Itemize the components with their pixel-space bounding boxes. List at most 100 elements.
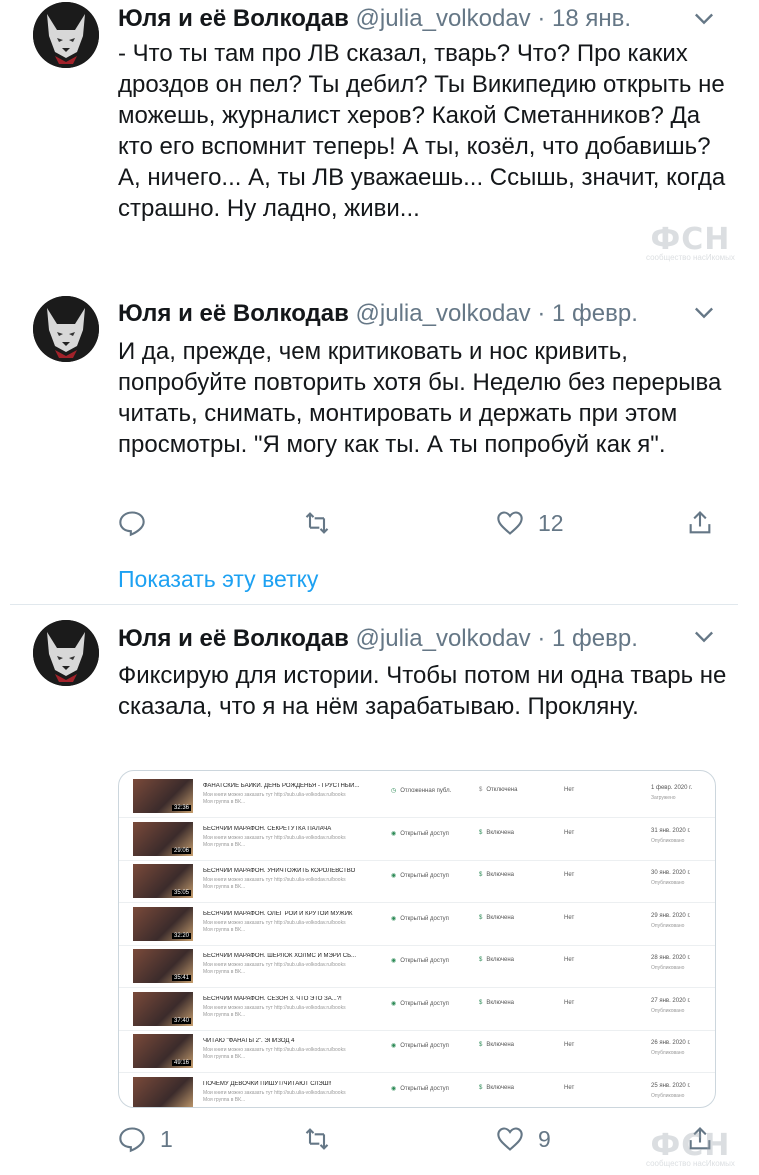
clock-icon: ◷ bbox=[391, 788, 397, 794]
author-handle[interactable]: @julia_volkodav bbox=[356, 625, 531, 652]
tweet-date[interactable]: 1 февр. bbox=[552, 625, 638, 652]
video-description: Мои книги можно заказать тут http://sub.… bbox=[203, 1004, 346, 1018]
eye-icon: ◉ bbox=[391, 873, 397, 879]
show-thread-link[interactable]: Показать эту ветку bbox=[118, 566, 318, 593]
reply-button[interactable]: 1 bbox=[118, 1122, 173, 1156]
reply-icon bbox=[119, 511, 145, 537]
video-monetization: $ Включена bbox=[479, 1085, 514, 1091]
video-visibility: ◉ Открытый доступ bbox=[391, 915, 449, 922]
video-visibility-label: Открытый доступ bbox=[400, 1000, 449, 1007]
video-description: Мои книги можно заказать тут http://sub.… bbox=[203, 1089, 346, 1103]
video-duration: 29:06 bbox=[171, 847, 191, 854]
tweet-2[interactable]: Юля и её Волкодав @julia_volkodav · 1 фе… bbox=[0, 296, 759, 606]
video-date: 27 янв. 2020 г. bbox=[651, 997, 691, 1004]
avatar[interactable] bbox=[33, 620, 99, 686]
retweet-icon bbox=[305, 1128, 329, 1150]
video-description: Мои книги можно заказать тут http://sub.… bbox=[203, 1047, 346, 1060]
video-description: Мои книги можно заказать тут http://sub.… bbox=[203, 877, 346, 890]
video-restrictions: Нет bbox=[564, 829, 575, 836]
video-status: Загружено bbox=[651, 795, 676, 801]
video-visibility: ◉ Открытый доступ bbox=[391, 1085, 449, 1092]
chevron-down-icon[interactable] bbox=[690, 622, 718, 650]
dollar-icon: $ bbox=[479, 872, 483, 878]
video-visibility-label: Открытый доступ bbox=[400, 1085, 449, 1092]
separator-dot: · bbox=[537, 300, 546, 327]
video-thumbnail: 49:16 bbox=[133, 1034, 193, 1068]
author-name[interactable]: Юля и её Волкодав bbox=[118, 300, 349, 327]
video-visibility-label: Открытый доступ bbox=[400, 915, 449, 922]
chevron-down-icon[interactable] bbox=[690, 4, 718, 32]
attached-image[interactable]: 32:36 ФАНАТСКИЕ БАЙКИ. ДЕНЬ РОЖДЕНЬЯ - ГР… bbox=[118, 770, 716, 1108]
eye-icon: ◉ bbox=[391, 915, 397, 922]
video-duration: 37:40 bbox=[171, 1017, 191, 1024]
video-date: 29 янв. 2020 г. bbox=[651, 912, 691, 919]
video-monetization-label: Отключена bbox=[486, 787, 518, 793]
video-status: Опубликовано bbox=[651, 965, 685, 971]
eye-icon: ◉ bbox=[391, 1085, 397, 1092]
video-monetization: $ Включена bbox=[479, 1000, 514, 1006]
video-title: БЕСЯЧИЙ МАРАФОН. ШЕРЛОК ХОЛМС И МЭРИ СЬ.… bbox=[203, 953, 357, 959]
video-restrictions: Нет bbox=[564, 1042, 575, 1048]
video-duration: 32:20 bbox=[171, 932, 191, 939]
author-name[interactable]: Юля и её Волкодав bbox=[118, 625, 349, 652]
video-title: БЕСЯЧИЙ МАРАФОН. СЕКРЕТУТКА ПАЛАЧА bbox=[203, 825, 332, 832]
tweet-text: Фиксирую для истории. Чтобы потом ни одн… bbox=[118, 662, 727, 720]
avatar[interactable] bbox=[33, 296, 99, 362]
retweet-button[interactable] bbox=[303, 1122, 331, 1156]
video-thumbnail: 32:20 bbox=[133, 906, 193, 941]
video-monetization: $ Включена bbox=[479, 872, 514, 878]
dollar-icon: $ bbox=[479, 957, 483, 963]
tweet-date[interactable]: 18 янв. bbox=[552, 5, 631, 32]
video-restrictions: Нет bbox=[564, 787, 575, 793]
wolf-avatar-image bbox=[33, 620, 99, 686]
video-duration: 35:41 bbox=[171, 975, 191, 981]
avatar[interactable] bbox=[33, 2, 99, 68]
dollar-icon: $ bbox=[479, 1042, 483, 1048]
video-restrictions: Нет bbox=[564, 999, 575, 1006]
video-visibility: ◉ Открытый доступ bbox=[391, 872, 449, 879]
video-thumbnail: 37:40 bbox=[133, 991, 193, 1026]
video-description: Мои книги можно заказать тут http://sub.… bbox=[203, 834, 346, 848]
retweet-icon bbox=[305, 512, 329, 534]
like-button[interactable]: 9 bbox=[496, 1122, 551, 1156]
author-handle[interactable]: @julia_volkodav bbox=[356, 5, 531, 32]
tweet-text: И да, прежде, чем критиковать и нос крив… bbox=[118, 338, 722, 458]
video-description: Мои книги можно заказать тут http://sub.… bbox=[203, 792, 346, 805]
tweet-header: Юля и её Волкодав @julia_volkodav · 1 фе… bbox=[118, 297, 638, 331]
video-date: 1 февр. 2020 г. bbox=[651, 785, 693, 791]
video-monetization: $ Включена bbox=[479, 915, 514, 921]
retweet-button[interactable] bbox=[303, 506, 331, 540]
author-name[interactable]: Юля и её Волкодав bbox=[118, 5, 349, 32]
like-button[interactable]: 12 bbox=[496, 506, 564, 540]
wolf-avatar-image bbox=[33, 2, 99, 68]
reply-button[interactable] bbox=[118, 506, 146, 540]
reply-icon bbox=[119, 1127, 145, 1153]
chevron-down-icon[interactable] bbox=[690, 298, 718, 326]
video-monetization: $ Отключена bbox=[479, 787, 517, 793]
video-status: Опубликовано bbox=[651, 1007, 685, 1014]
share-button[interactable] bbox=[686, 506, 714, 540]
video-date: 26 янв. 2020 г. bbox=[651, 1040, 691, 1046]
video-date: 25 янв. 2020 г. bbox=[651, 1082, 691, 1089]
video-title: БЕСЯЧИЙ МАРАФОН. СЕЗОН 3. ЧТО ЭТО ЗА...?… bbox=[203, 995, 342, 1002]
video-monetization: $ Включена bbox=[479, 830, 514, 836]
watermark-logo: ФСН bbox=[650, 1128, 731, 1163]
video-monetization-label: Включена bbox=[486, 1084, 515, 1091]
watermark: ФСН сообщество насИкомых bbox=[646, 222, 735, 262]
video-date: 28 янв. 2020 г. bbox=[651, 955, 691, 961]
author-handle[interactable]: @julia_volkodav bbox=[356, 300, 531, 327]
wolf-avatar-image bbox=[33, 296, 99, 362]
share-icon bbox=[689, 511, 711, 534]
video-visibility: ◉ Открытый доступ bbox=[391, 1042, 449, 1049]
video-status: Опубликовано bbox=[651, 922, 685, 929]
video-visibility-label: Открытый доступ bbox=[400, 958, 449, 964]
video-row: 32:20 БЕСЯЧИЙ МАРАФОН. ОЛЕГ РОЙ И КРУТОЙ … bbox=[119, 903, 715, 946]
video-monetization: $ Включена bbox=[479, 957, 514, 963]
watermark-subtitle: сообщество насИкомых bbox=[646, 253, 735, 262]
video-duration: 32:36 bbox=[171, 805, 191, 811]
video-row: ПОЧЕМУ ДЕВОЧКИ ПИШУТ/ЧИТАЮТ СЛЭШ!! Мои кн… bbox=[119, 1073, 715, 1107]
video-visibility: ◉ Открытый доступ bbox=[391, 1000, 449, 1007]
tweet-date[interactable]: 1 февр. bbox=[552, 300, 638, 327]
separator-dot: · bbox=[537, 625, 546, 652]
video-row: 29:06 БЕСЯЧИЙ МАРАФОН. СЕКРЕТУТКА ПАЛАЧА М… bbox=[119, 818, 715, 861]
